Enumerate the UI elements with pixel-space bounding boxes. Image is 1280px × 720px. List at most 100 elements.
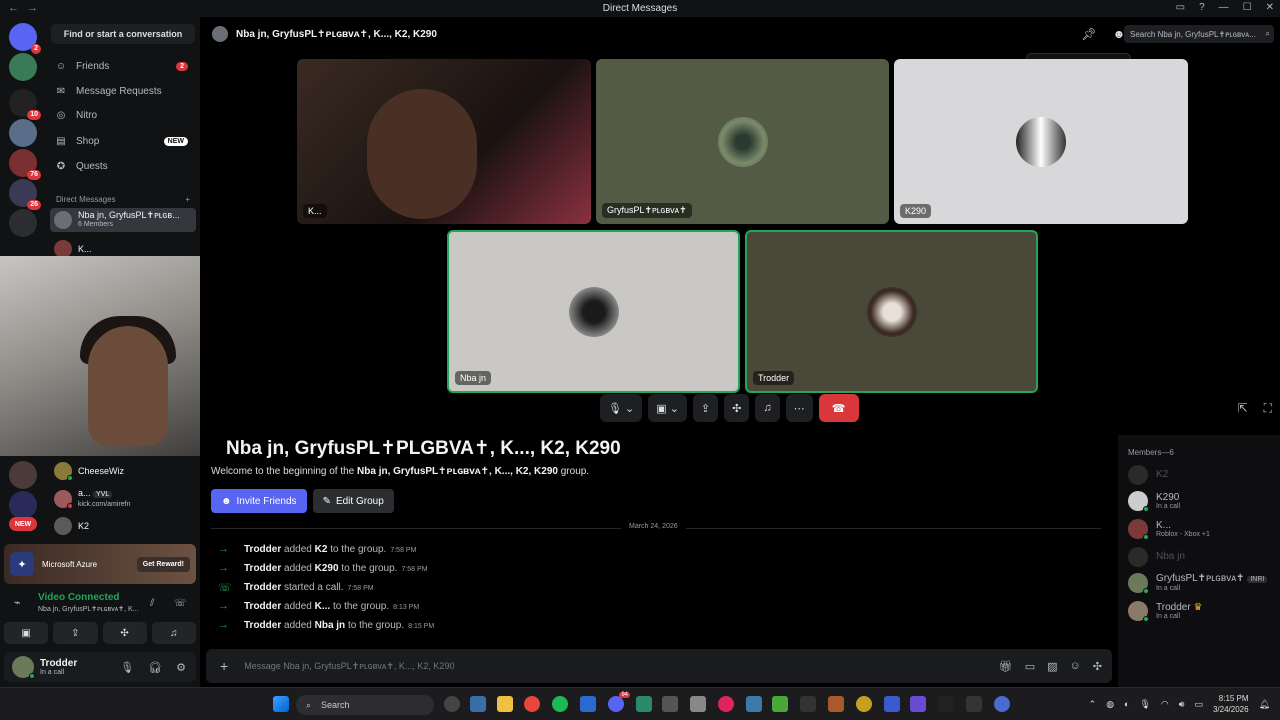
taskbar-search[interactable]: ⌕ Search xyxy=(296,695,434,715)
more-button[interactable]: ⋯ xyxy=(785,394,813,422)
app-icon[interactable] xyxy=(662,696,678,712)
find-conversation-button[interactable]: Find or start a conversation xyxy=(51,24,195,44)
sidebar-item-quests[interactable]: ✪ Quests xyxy=(54,156,194,176)
mute-button[interactable]: 🎙︎ ⌄ xyxy=(600,394,643,422)
app-icon[interactable] xyxy=(636,696,652,712)
member-item[interactable]: Nba jn xyxy=(1128,547,1278,567)
spotify-icon[interactable] xyxy=(552,696,568,712)
minecraft-icon[interactable] xyxy=(772,696,788,712)
member-item[interactable]: K2 xyxy=(1128,465,1278,485)
app-icon[interactable] xyxy=(580,696,596,712)
screen-share-button[interactable]: ⇪ xyxy=(692,394,719,422)
edit-group-button[interactable]: ✎ Edit Group xyxy=(312,489,394,513)
tray-icon[interactable]: ◍ xyxy=(1106,699,1114,710)
disconnect-icon[interactable]: ☏ xyxy=(174,598,187,609)
screen-share-button[interactable]: ⇪ xyxy=(53,622,98,644)
gear-icon[interactable]: ⚙ xyxy=(176,661,186,674)
sidebar-item-shop[interactable]: ▤ Shop NEW xyxy=(54,131,194,151)
file-explorer-icon[interactable] xyxy=(497,696,513,712)
app-icon[interactable] xyxy=(828,696,844,712)
chevron-up-icon[interactable]: ⌃ xyxy=(1089,699,1097,710)
mic-icon[interactable]: 🎙︎ xyxy=(1139,699,1150,710)
dm-item-group[interactable]: Nba jn, GryfusPL✝ᴘʟɢʙ... 6 Members xyxy=(50,208,196,232)
fullscreen-icon[interactable]: ⛶ xyxy=(1264,401,1272,416)
camera-toggle-button[interactable]: ▣ xyxy=(4,622,49,644)
help-icon[interactable]: ? xyxy=(1199,2,1205,13)
member-item[interactable]: GryfusPL✝ᴘʟɢʙᴠᴀ✝ INRI In a call xyxy=(1128,573,1278,594)
search-input[interactable]: Search Nba jn, GryfusPL✝ᴘʟɢʙᴠᴀ... ⌕ xyxy=(1124,25,1274,43)
pin-icon[interactable]: 📌︎ xyxy=(1081,27,1096,41)
emoji-icon[interactable]: ☺ xyxy=(1070,660,1081,673)
app-icon[interactable] xyxy=(884,696,900,712)
dm-item[interactable]: CheeseWiz xyxy=(50,460,196,482)
get-reward-button[interactable]: Get Reward! xyxy=(136,556,190,572)
chrome-icon[interactable] xyxy=(524,696,540,712)
new-servers-badge[interactable]: NEW xyxy=(9,517,37,531)
tray-icon[interactable]: ◐ xyxy=(1124,699,1129,709)
app-icon[interactable] xyxy=(746,696,762,712)
activities-button[interactable]: ✣ xyxy=(102,622,147,644)
popout-icon[interactable]: ⇱ xyxy=(1238,401,1248,416)
member-item[interactable]: K... Roblox - Xbox +1 xyxy=(1128,519,1278,540)
clock[interactable]: 8:15 PM 3/24/2026 xyxy=(1213,693,1249,715)
video-tile[interactable]: K... xyxy=(297,59,591,224)
activities-button[interactable]: ✣ xyxy=(724,394,750,422)
inbox-icon[interactable]: ▭ xyxy=(1176,2,1185,13)
server-icon[interactable] xyxy=(9,491,37,519)
headphones-icon[interactable]: 🎧︎ xyxy=(148,661,162,674)
app-icon[interactable] xyxy=(470,696,486,712)
notification-icon[interactable]: 🔔︎ xyxy=(1259,699,1270,710)
server-icon[interactable] xyxy=(9,119,37,147)
minimize-button[interactable]: — xyxy=(1219,2,1229,13)
server-icon[interactable]: 76 xyxy=(9,149,41,180)
invite-friends-button[interactable]: ☻ Invite Friends xyxy=(211,489,307,513)
soundboard-button[interactable]: ♫ xyxy=(755,394,780,422)
camera-button[interactable]: ▣ ⌄ xyxy=(648,394,687,422)
message-input[interactable]: + Message Nba jn, GryfusPL✝ᴘʟɢʙᴠᴀ✝, K...… xyxy=(206,649,1112,683)
sidebar-item-friends[interactable]: ☺ Friends 2 xyxy=(54,56,194,76)
server-icon[interactable] xyxy=(9,461,37,489)
sidebar-item-message-requests[interactable]: ✉ Message Requests xyxy=(54,81,194,101)
wifi-icon[interactable]: ◠ xyxy=(1161,699,1169,710)
video-tile-speaking[interactable]: Trodder xyxy=(745,230,1038,393)
sticker-icon[interactable]: ▨ xyxy=(1047,660,1057,673)
app-icon[interactable] xyxy=(910,696,926,712)
nav-arrows[interactable]: ←→ xyxy=(8,2,46,14)
gif-icon[interactable]: ▭ xyxy=(1025,660,1035,673)
dm-item[interactable]: a... YVL kick.com/amirefn xyxy=(50,488,196,510)
server-icon[interactable] xyxy=(9,53,37,81)
app-icon[interactable] xyxy=(994,696,1010,712)
plus-icon[interactable]: + xyxy=(220,658,228,674)
server-icon[interactable]: 26 xyxy=(9,179,41,210)
microphone-icon[interactable]: 🎙︎ xyxy=(120,661,134,674)
apps-icon[interactable]: ✣ xyxy=(1093,660,1102,673)
gift-icon[interactable]: 🎁︎ xyxy=(999,660,1013,673)
member-item[interactable]: K290 In a call xyxy=(1128,491,1278,512)
soundboard-button[interactable]: ♫ xyxy=(151,622,196,644)
signal-icon[interactable]: ⌁ xyxy=(14,596,21,609)
video-tile-speaking[interactable]: Nba jn xyxy=(447,230,740,393)
app-icon[interactable] xyxy=(444,696,460,712)
leave-call-button[interactable]: ☎ xyxy=(818,394,859,422)
app-icon[interactable] xyxy=(856,696,872,712)
discord-icon[interactable]: 94 xyxy=(608,692,630,712)
close-button[interactable]: ✕ xyxy=(1266,2,1274,13)
battery-icon[interactable]: ▭ xyxy=(1194,699,1203,710)
dm-item[interactable]: K2 xyxy=(50,515,196,537)
server-icon[interactable] xyxy=(9,209,37,237)
voice-channel[interactable]: Nba jn, GryfusPL✝ᴘʟɢʙᴠᴀ✝, K... xyxy=(38,605,139,613)
maximize-button[interactable]: ☐ xyxy=(1243,2,1252,13)
video-tile[interactable]: K290 xyxy=(894,59,1188,224)
windows-start-icon[interactable] xyxy=(273,696,289,712)
sidebar-item-nitro[interactable]: ◎ Nitro xyxy=(54,105,194,125)
add-dm-icon[interactable]: + xyxy=(185,195,190,204)
server-icon[interactable]: 10 xyxy=(9,89,41,120)
app-icon[interactable] xyxy=(718,696,734,712)
volume-icon[interactable]: 🔊︎ xyxy=(1179,699,1185,710)
app-icon[interactable] xyxy=(966,696,982,712)
member-item[interactable]: Trodder ♛ In a call xyxy=(1128,601,1278,622)
app-icon[interactable] xyxy=(690,696,706,712)
home-button[interactable]: 2 xyxy=(9,23,41,54)
video-tile[interactable]: GryfusPL✝ᴘʟɢʙᴠᴀ✝ xyxy=(596,59,889,224)
app-icon[interactable] xyxy=(938,696,954,712)
